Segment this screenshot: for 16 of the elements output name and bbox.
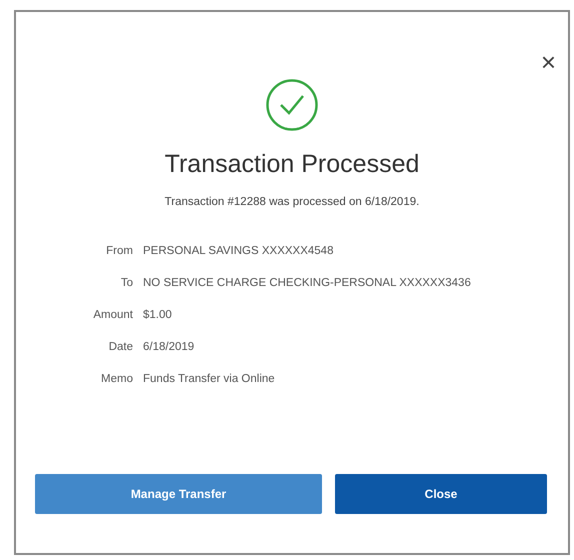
detail-value: $1.00 (143, 308, 172, 323)
detail-value: NO SERVICE CHARGE CHECKING-PERSONAL XXXXXX3436 (143, 276, 471, 291)
detail-value: 6/18/2019 (143, 340, 194, 355)
close-button[interactable]: × (540, 48, 556, 76)
detail-label: To (120, 276, 133, 291)
detail-label: From (106, 244, 133, 259)
close-button[interactable]: Close (335, 474, 547, 514)
detail-value: Funds Transfer via Online (143, 372, 275, 387)
detail-label: Amount (93, 308, 133, 323)
confirmation-message: Transaction #12288 was processed on 6/18/2019. (164, 194, 420, 210)
detail-label: Date (108, 340, 133, 355)
detail-value: PERSONAL SAVINGS XXXXXX4548 (143, 244, 334, 259)
dialog-title: Transaction Processed (164, 149, 420, 180)
check-circle-icon (265, 78, 319, 132)
manage-transfer-button[interactable]: Manage Transfer (35, 474, 322, 514)
detail-label: Memo (101, 372, 133, 387)
